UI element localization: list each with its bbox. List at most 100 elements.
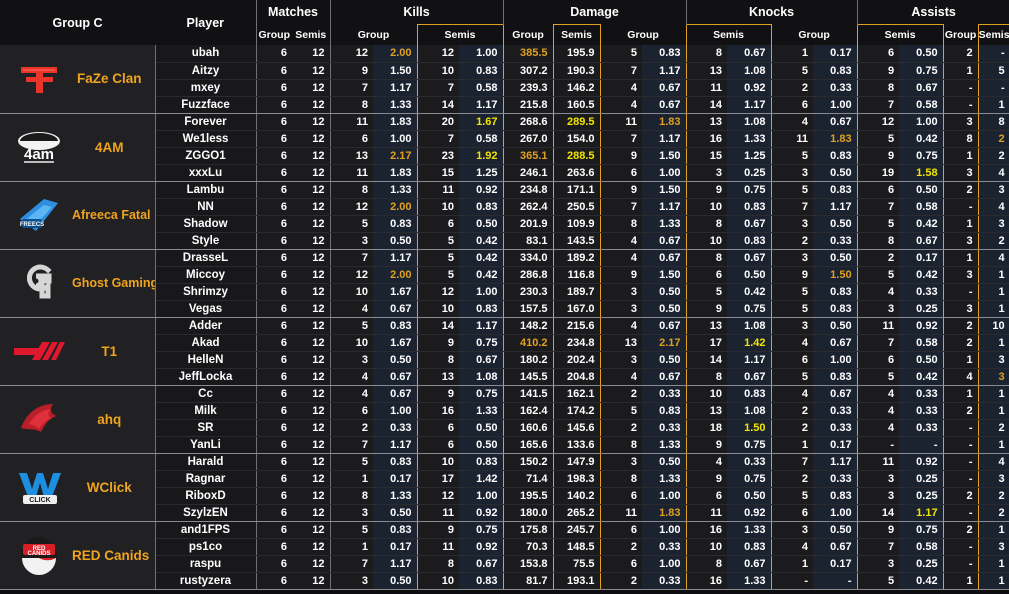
player-name[interactable]: NN bbox=[155, 198, 256, 216]
cell-assists-group: - bbox=[770, 572, 814, 590]
player-name[interactable]: We1less bbox=[155, 130, 256, 148]
cell-knocks-group: 9 bbox=[599, 266, 643, 284]
player-name[interactable]: RiboxD bbox=[155, 487, 256, 505]
player-name[interactable]: Adder bbox=[155, 317, 256, 335]
cell-matches-group: 6 bbox=[255, 62, 292, 80]
subheader-matches-group: Group bbox=[255, 24, 292, 45]
table-row[interactable]: FREECS Afreeca Fatal Lambu 6 12 8 1.33 11 0.92 23… bbox=[0, 181, 1009, 250]
team-cell-4am[interactable]: 4am 4AM bbox=[0, 113, 156, 182]
player-name[interactable]: ZGGO1 bbox=[155, 147, 256, 165]
player-name[interactable]: Shrimzy bbox=[155, 283, 256, 301]
cell-knocks-semis-rate: 0.67 bbox=[727, 249, 772, 267]
cell-damage-semis: 288.5 bbox=[552, 147, 601, 165]
cell-kills-semis-rate: 0.58 bbox=[459, 79, 504, 97]
cell-assists-semis-rate: 0.58 bbox=[899, 538, 944, 556]
player-name[interactable]: YanLi bbox=[155, 436, 256, 454]
cell-kills-group: 7 bbox=[329, 555, 373, 573]
cell-damage-semis: 75.5 bbox=[552, 555, 601, 573]
cell-kills-semis-rate: 0.83 bbox=[459, 572, 504, 590]
cell-knocks-group-rate: 2.17 bbox=[642, 334, 687, 352]
cell-revives-group: - bbox=[942, 96, 979, 114]
table-row[interactable]: CLICK WClick Harald 6 12 5 0.83 10 0.83 150.2 147.… bbox=[0, 453, 1009, 522]
cell-revives-semis: 1 bbox=[977, 300, 1009, 318]
cell-knocks-group-rate: 0.33 bbox=[642, 572, 687, 590]
player-name[interactable]: Cc bbox=[155, 385, 256, 403]
cell-knocks-semis: 13 bbox=[685, 113, 728, 131]
player-name[interactable]: Forever bbox=[155, 113, 256, 131]
cell-assists-semis-rate: 0.67 bbox=[899, 79, 944, 97]
cell-revives-group: 1 bbox=[942, 147, 979, 165]
cell-assists-group-rate: 0.17 bbox=[813, 45, 858, 63]
cell-kills-group-rate: 0.33 bbox=[373, 419, 417, 437]
cell-assists-semis: 11 bbox=[856, 453, 900, 471]
cell-knocks-group: 9 bbox=[599, 181, 643, 199]
faze-logo bbox=[6, 49, 72, 109]
cell-revives-group: - bbox=[942, 436, 979, 454]
player-name[interactable]: Vegas bbox=[155, 300, 256, 318]
table-row[interactable]: Ghost Gaming DrasseL 6 12 7 1.17 5 0.42 334.0 189… bbox=[0, 249, 1009, 318]
cell-kills-group-rate: 2.00 bbox=[373, 266, 417, 284]
cell-matches-semis: 12 bbox=[292, 215, 330, 233]
cell-assists-semis-rate: 0.25 bbox=[899, 470, 944, 488]
cell-revives-semis: 4 bbox=[977, 453, 1009, 471]
cell-damage-semis: 145.6 bbox=[552, 419, 601, 437]
player-name[interactable]: and1FPS bbox=[155, 521, 256, 539]
player-name[interactable]: Akad bbox=[155, 334, 256, 352]
player-name[interactable]: DrasseL bbox=[155, 249, 256, 267]
table-row[interactable]: RED CANIDS RED Canids and1FPS 6 12 5 0.83 9 0.75 1… bbox=[0, 521, 1009, 590]
team-cell-ghost-gaming[interactable]: Ghost Gaming bbox=[0, 249, 156, 318]
player-name[interactable]: Milk bbox=[155, 402, 256, 420]
cell-kills-semis-rate: 1.17 bbox=[459, 317, 504, 335]
team-cell-ahq[interactable]: ahq bbox=[0, 385, 156, 454]
player-name[interactable]: Ragnar bbox=[155, 470, 256, 488]
cell-damage-group: 180.0 bbox=[503, 504, 554, 522]
team-cell-faze-clan[interactable]: FaZe Clan bbox=[0, 45, 156, 114]
table-row[interactable]: T1 Adder 6 12 5 0.83 14 1.17 148.2 215.6 4 0.67 13 1.… bbox=[0, 317, 1009, 386]
table-row[interactable]: ahq Cc 6 12 4 0.67 9 0.75 141.5 162.1 2 0.33 10 0.83 4… bbox=[0, 385, 1009, 454]
player-name[interactable]: Shadow bbox=[155, 215, 256, 233]
player-name[interactable]: Aitzy bbox=[155, 62, 256, 80]
cell-matches-group: 6 bbox=[255, 504, 292, 522]
player-name[interactable]: HelleN bbox=[155, 351, 256, 369]
player-name[interactable]: Harald bbox=[155, 453, 256, 471]
player-name[interactable]: raspu bbox=[155, 555, 256, 573]
player-name[interactable]: Style bbox=[155, 232, 256, 250]
team-cell-afreeca-fatal[interactable]: FREECS Afreeca Fatal bbox=[0, 181, 156, 250]
cell-kills-group-rate: 1.17 bbox=[373, 249, 417, 267]
table-row[interactable]: FaZe Clan ubah 6 12 12 2.00 12 1.00 385.5 195.9 5 0… bbox=[0, 45, 1009, 114]
player-column-header: Player bbox=[155, 0, 256, 45]
player-name[interactable]: SR bbox=[155, 419, 256, 437]
subheader-damage-semis: Semis bbox=[552, 23, 601, 45]
player-name[interactable]: ps1co bbox=[155, 538, 256, 556]
team-cell-wclick[interactable]: CLICK WClick bbox=[0, 453, 156, 522]
cell-assists-group: 4 bbox=[770, 385, 814, 403]
cell-revives-semis: 3 bbox=[977, 181, 1009, 199]
cell-assists-semis: 5 bbox=[856, 130, 900, 148]
player-name[interactable]: JeffLocka bbox=[155, 368, 256, 386]
player-name[interactable]: mxey bbox=[155, 79, 256, 97]
cell-knocks-group: 8 bbox=[599, 436, 643, 454]
table-row[interactable]: 4am 4AM Forever 6 12 11 1.83 20 1.67 268.6 289.5 11… bbox=[0, 113, 1009, 182]
cell-matches-semis: 12 bbox=[292, 181, 330, 199]
cell-damage-group: 150.2 bbox=[503, 453, 554, 471]
cell-damage-group: 307.2 bbox=[503, 62, 554, 80]
player-name[interactable]: Lambu bbox=[155, 181, 256, 199]
player-name[interactable]: rustyzera bbox=[155, 572, 256, 590]
cell-revives-group: 2 bbox=[942, 334, 979, 352]
player-name[interactable]: ubah bbox=[155, 45, 256, 63]
cell-assists-semis-rate: 0.50 bbox=[899, 181, 944, 199]
cell-kills-semis: 10 bbox=[416, 198, 459, 216]
cell-revives-semis: 1 bbox=[977, 283, 1009, 301]
player-name[interactable]: Miccoy bbox=[155, 266, 256, 284]
cell-kills-group: 6 bbox=[329, 130, 373, 148]
player-name[interactable]: xxxLu bbox=[155, 164, 256, 182]
team-name: FaZe Clan bbox=[76, 71, 142, 87]
afreeca-freecs-logo-icon: FREECS bbox=[20, 199, 58, 231]
cell-assists-semis-rate: 0.42 bbox=[899, 266, 944, 284]
team-cell-red-canids[interactable]: RED CANIDS RED Canids bbox=[0, 521, 156, 590]
player-name[interactable]: Fuzzface bbox=[155, 96, 256, 114]
cell-kills-semis-rate: 0.83 bbox=[459, 198, 504, 216]
player-name[interactable]: SzylzEN bbox=[155, 504, 256, 522]
cell-damage-group: 268.6 bbox=[503, 113, 554, 131]
team-cell-t1[interactable]: T1 bbox=[0, 317, 156, 386]
